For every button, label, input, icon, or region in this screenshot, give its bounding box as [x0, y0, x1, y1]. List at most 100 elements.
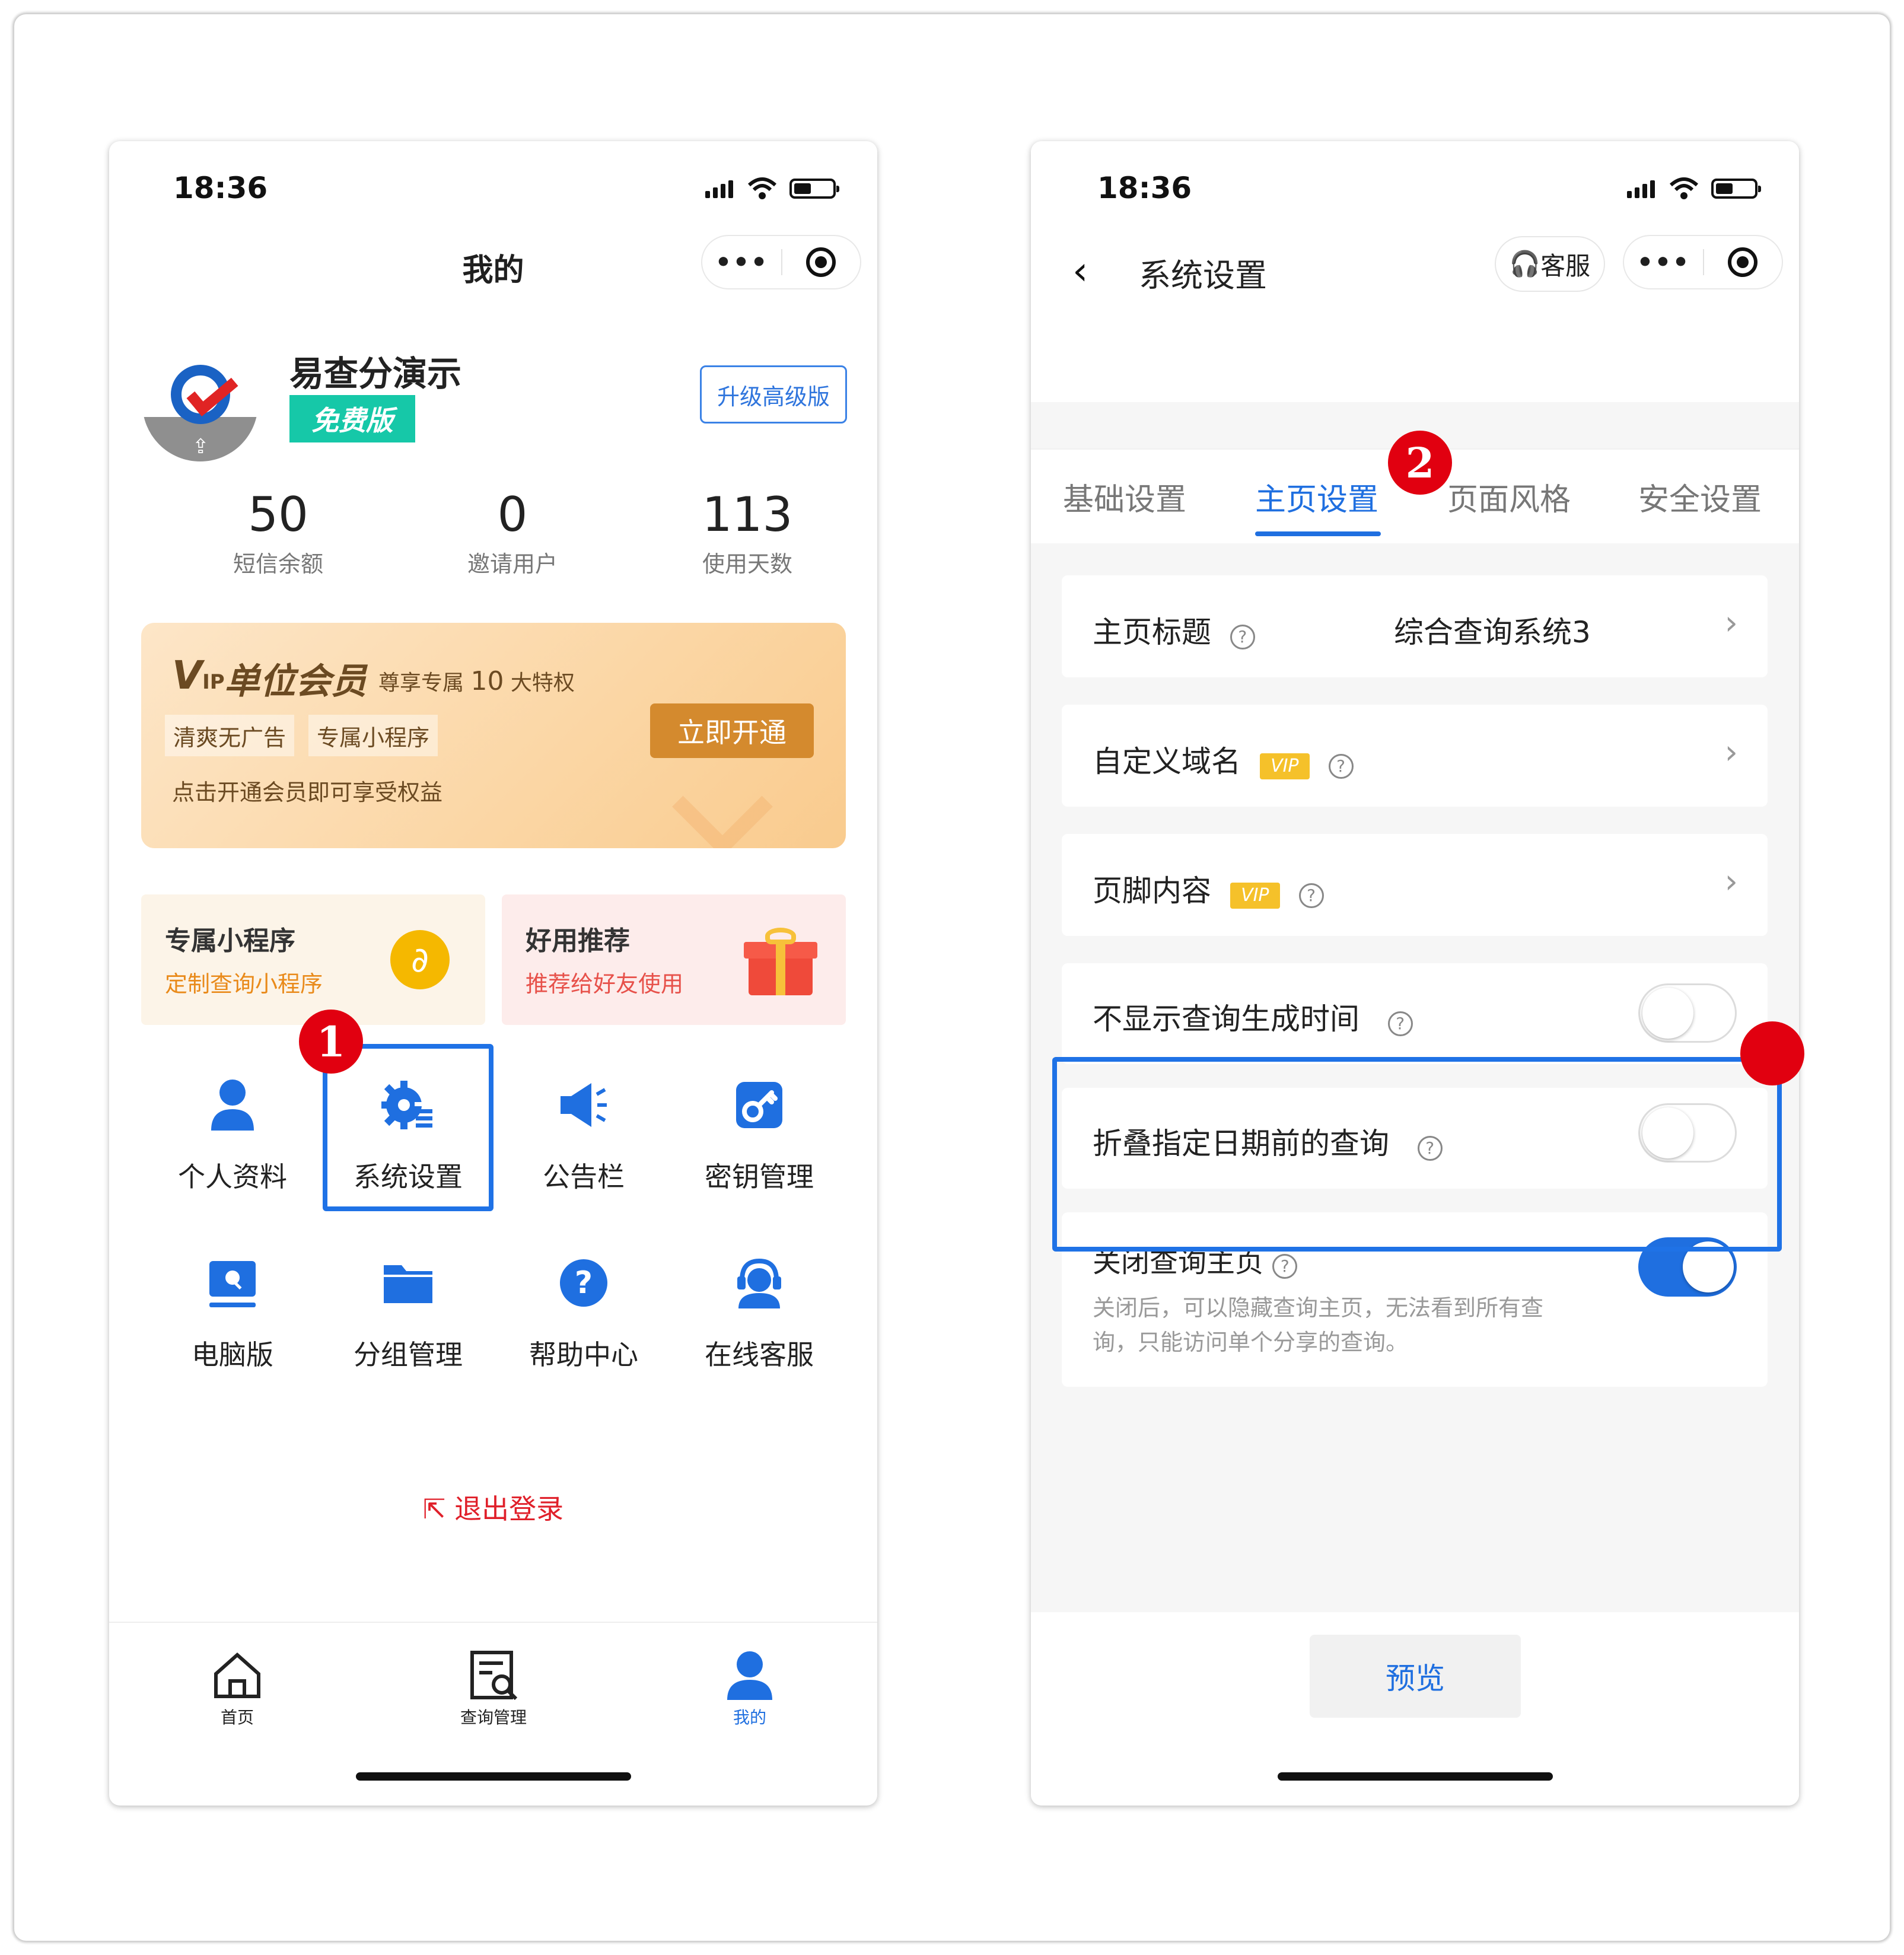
- highlight-close-query-homepage: [1052, 1057, 1782, 1252]
- gift-icon: [744, 924, 817, 998]
- vip-logo: VIP: [172, 652, 225, 698]
- status-icons: [705, 177, 839, 200]
- signal-icon: [705, 179, 735, 198]
- vip-title: 单位会员: [224, 661, 367, 702]
- logout-icon: ⇱: [422, 1493, 455, 1525]
- close-mini-program-button[interactable]: [1704, 247, 1782, 277]
- target-icon: [1728, 247, 1758, 277]
- vip-desc: 点击开通会员即可享受权益: [172, 779, 443, 805]
- grid-item-group-management[interactable]: 分组管理: [320, 1221, 496, 1387]
- grid-item-bulletin[interactable]: 公告栏: [496, 1043, 671, 1209]
- help-icon[interactable]: ?: [1387, 1011, 1413, 1036]
- stat-days-used[interactable]: 113 使用天数: [658, 491, 836, 578]
- grid-item-online-service[interactable]: 在线客服: [671, 1221, 847, 1387]
- stat-label: 邀请用户: [467, 551, 558, 577]
- grid-item-profile[interactable]: 个人资料: [145, 1043, 320, 1209]
- stat-label: 使用天数: [702, 551, 792, 577]
- computer-icon: [209, 1261, 256, 1307]
- folder-icon: [384, 1265, 432, 1303]
- promo-subtitle: 推荐给好友使用: [526, 971, 684, 997]
- avatar[interactable]: ⇪: [142, 346, 258, 461]
- right-phone-screen: 18:36 ‹ 系统设置 🎧 客服 ••• 基础设置 主页设置 页面风格 安全设置…: [1031, 141, 1799, 1806]
- home-indicator: [1278, 1772, 1553, 1781]
- chevron-right-icon: ›: [1724, 862, 1738, 901]
- username: 易查分演示: [289, 354, 462, 394]
- upgrade-button[interactable]: 升级高级版: [700, 365, 847, 424]
- home-icon: [214, 1652, 260, 1698]
- vip-tag: 专属小程序: [308, 715, 438, 756]
- stat-invited-users[interactable]: 0 邀请用户: [424, 491, 601, 578]
- logout-button[interactable]: ⇱ 退出登录: [109, 1488, 877, 1527]
- step-badge-2: 2: [1388, 431, 1452, 495]
- tab-label: 查询管理: [460, 1708, 527, 1727]
- setting-custom-domain[interactable]: 自定义域名 VIP ? ›: [1062, 705, 1768, 807]
- headset-icon: 🎧: [1509, 249, 1541, 278]
- tab-home[interactable]: 首页: [148, 1623, 326, 1728]
- help-icon[interactable]: ?: [1298, 883, 1324, 908]
- page-title: 系统设置: [1139, 257, 1267, 294]
- vip-chip: VIP: [1230, 883, 1280, 909]
- setting-label: 自定义域名 VIP ?: [1093, 738, 1354, 781]
- stat-value: 50: [248, 487, 308, 542]
- grid-item-desktop[interactable]: 电脑版: [145, 1221, 320, 1387]
- toggle-hide-generation-time[interactable]: [1638, 983, 1737, 1043]
- step-badge-1: 1: [299, 1010, 363, 1074]
- close-mini-program-button[interactable]: [782, 247, 860, 277]
- promo-mini-program[interactable]: 专属小程序 定制查询小程序 ∂: [141, 894, 485, 1025]
- grid-label: 密钥管理: [705, 1161, 814, 1193]
- chevron-decoration: [672, 756, 773, 848]
- open-membership-button[interactable]: 立即开通: [650, 703, 814, 758]
- vip-tag: 清爽无广告: [165, 715, 295, 756]
- help-icon[interactable]: ?: [1272, 1253, 1298, 1279]
- tab-me[interactable]: 我的: [661, 1623, 839, 1728]
- help-icon[interactable]: ?: [1328, 753, 1354, 779]
- customer-service-button[interactable]: 🎧 客服: [1495, 236, 1605, 292]
- tab-label: 首页: [220, 1708, 254, 1727]
- query-manage-icon: [470, 1651, 518, 1700]
- stat-sms-balance[interactable]: 50 短信余额: [189, 491, 367, 578]
- me-icon: [727, 1651, 772, 1700]
- tab-query-management[interactable]: 查询管理: [405, 1623, 582, 1728]
- grid-item-help-center[interactable]: ? 帮助中心: [496, 1221, 671, 1387]
- home-indicator: [356, 1772, 631, 1781]
- highlight-system-settings: [323, 1044, 493, 1211]
- setting-label: 不显示查询生成时间 ?: [1093, 995, 1413, 1038]
- grid-label: 公告栏: [543, 1161, 625, 1193]
- setting-homepage-title[interactable]: 主页标题 ? 综合查询系统3 ›: [1062, 575, 1768, 677]
- tab-homepage-settings[interactable]: 主页设置: [1255, 475, 1378, 519]
- grid-item-key-management[interactable]: 密钥管理: [671, 1043, 847, 1209]
- link-icon: ∂: [390, 930, 450, 989]
- chevron-right-icon: ›: [1724, 604, 1738, 642]
- setting-hide-generation-time: 不显示查询生成时间 ?: [1062, 963, 1768, 1064]
- mini-program-capsule: •••: [1623, 235, 1783, 289]
- status-time: 18:36: [173, 171, 268, 205]
- setting-footer-content[interactable]: 页脚内容 VIP ? ›: [1062, 834, 1768, 936]
- promo-title: 好用推荐: [526, 926, 630, 956]
- service-icon: [737, 1258, 781, 1308]
- tab-basic-settings[interactable]: 基础设置: [1063, 475, 1186, 519]
- stat-value: 0: [497, 487, 528, 542]
- setting-description: 关闭后，可以隐藏查询主页，无法看到所有查 询，只能访问单个分享的查询。: [1093, 1295, 1544, 1355]
- promo-title: 专属小程序: [165, 926, 295, 956]
- status-time: 18:36: [1097, 171, 1192, 205]
- grid-label: 分组管理: [354, 1339, 463, 1371]
- help-icon: ?: [560, 1259, 607, 1307]
- back-button[interactable]: ‹: [1072, 248, 1088, 294]
- svg-text:?: ?: [575, 1265, 593, 1301]
- grid-label: 帮助中心: [529, 1339, 638, 1371]
- tab-page-style[interactable]: 页面风格: [1447, 475, 1571, 519]
- tab-security-settings[interactable]: 安全设置: [1638, 475, 1762, 519]
- vip-banner[interactable]: VIP 单位会员 尊享专属 10 大特权 清爽无广告 专属小程序 点击开通会员即…: [141, 623, 846, 848]
- more-menu-icon[interactable]: •••: [702, 247, 781, 278]
- signal-icon: [1627, 179, 1657, 198]
- person-icon: [211, 1080, 254, 1131]
- megaphone-icon: [561, 1083, 607, 1127]
- more-menu-icon[interactable]: •••: [1624, 247, 1703, 278]
- help-icon[interactable]: ?: [1230, 624, 1255, 649]
- promo-recommend[interactable]: 好用推荐 推荐给好友使用: [502, 894, 846, 1025]
- preview-button[interactable]: 预览: [1310, 1635, 1521, 1718]
- chevron-right-icon: ›: [1724, 733, 1738, 772]
- key-icon: [736, 1082, 782, 1128]
- grid-label: 在线客服: [705, 1339, 814, 1371]
- stat-value: 113: [702, 487, 793, 542]
